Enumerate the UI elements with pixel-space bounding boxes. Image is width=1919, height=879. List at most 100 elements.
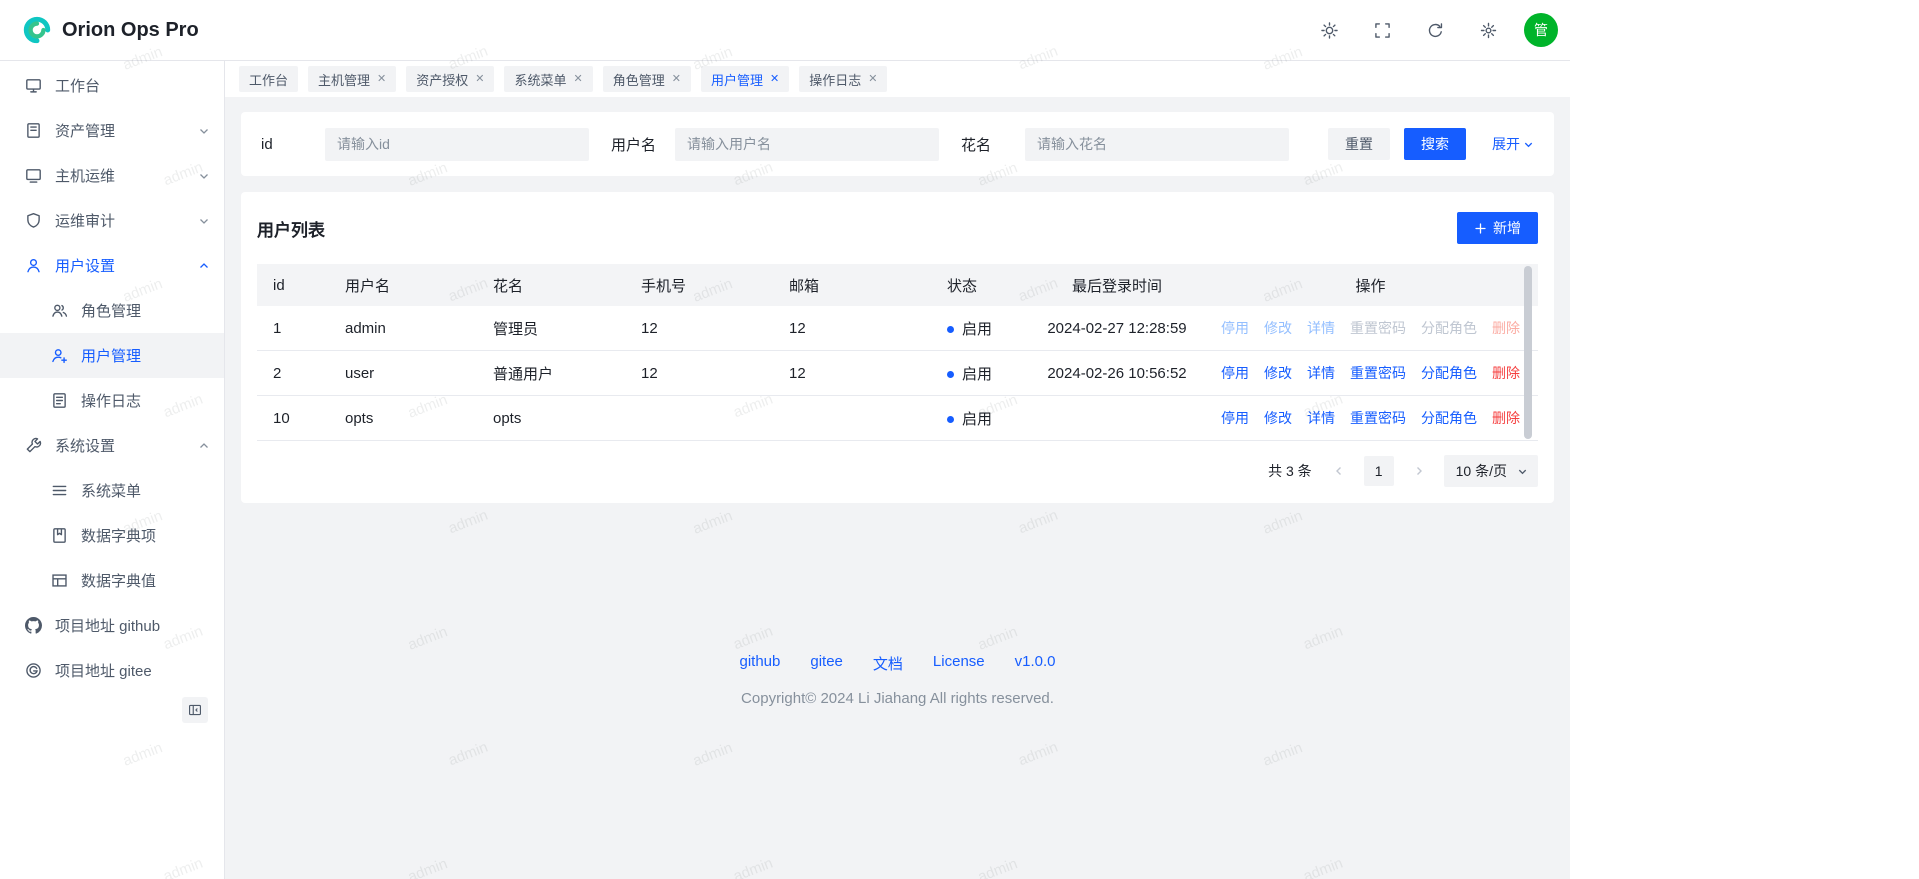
sidebar-label: 资产管理 [55, 120, 185, 141]
sidebar-item-dict-keys[interactable]: 数据字典项 [0, 513, 224, 558]
workbench-icon [24, 77, 42, 95]
sidebar-label: 项目地址 gitee [55, 660, 210, 681]
status-dot [947, 416, 954, 423]
settings-gear-icon[interactable] [1471, 13, 1505, 47]
sidebar-collapse-icon[interactable] [182, 697, 208, 723]
sidebar: 工作台 资产管理 主机运维 [0, 61, 225, 879]
disable-action[interactable]: 停用 [1221, 318, 1249, 338]
disable-action[interactable]: 停用 [1221, 363, 1249, 383]
chevron-down-icon [198, 170, 210, 182]
delete-action[interactable]: 删除 [1492, 363, 1520, 383]
sidebar-label: 数据字典值 [81, 570, 210, 591]
dictionary-book-icon [50, 527, 68, 545]
sidebar-label: 系统设置 [55, 435, 185, 456]
tab-close-icon[interactable]: ✕ [672, 74, 681, 85]
sidebar-item-workbench[interactable]: 工作台 [0, 63, 224, 108]
search-button[interactable]: 搜索 [1404, 128, 1466, 160]
footer-link-gitee[interactable]: gitee [810, 653, 843, 674]
footer-link-github[interactable]: github [740, 653, 781, 674]
tab-role-mgmt[interactable]: 角色管理 ✕ [603, 66, 691, 92]
sidebar-item-dict-values[interactable]: 数据字典值 [0, 558, 224, 603]
detail-action[interactable]: 详情 [1307, 318, 1335, 338]
tab-user-mgmt[interactable]: 用户管理 ✕ [701, 66, 789, 92]
pagination: 共 3 条 1 10 条/页 [257, 455, 1538, 487]
page-size-select[interactable]: 10 条/页 [1444, 455, 1538, 487]
id-input[interactable] [325, 128, 589, 161]
tab-system-menu[interactable]: 系统菜单 ✕ [504, 66, 592, 92]
sidebar-item-ops-audit[interactable]: 运维审计 [0, 198, 224, 243]
username-input[interactable] [675, 128, 939, 161]
table-row: 10 opts opts 启用 停用 [257, 396, 1538, 441]
sidebar-item-asset-mgmt[interactable]: 资产管理 [0, 108, 224, 153]
tab-close-icon[interactable]: ✕ [377, 74, 386, 85]
tab-label: 操作日志 [809, 70, 861, 89]
footer-link-version[interactable]: v1.0.0 [1015, 653, 1056, 674]
detail-action[interactable]: 详情 [1307, 363, 1335, 383]
cell-last-login [1031, 396, 1203, 441]
assign-role-action[interactable]: 分配角色 [1421, 408, 1477, 428]
pagination-total: 共 3 条 [1268, 461, 1312, 481]
chevron-down-icon [1523, 139, 1534, 150]
reset-button[interactable]: 重置 [1328, 128, 1390, 160]
delete-action[interactable]: 删除 [1492, 318, 1520, 338]
tab-op-logs[interactable]: 操作日志 ✕ [799, 66, 887, 92]
tab-close-icon[interactable]: ✕ [574, 74, 583, 85]
menu-lines-icon [50, 482, 68, 500]
user-table: id 用户名 花名 手机号 邮箱 状态 最后登录时间 操作 [257, 264, 1538, 441]
tab-close-icon[interactable]: ✕ [770, 74, 779, 85]
sidebar-item-system-menu[interactable]: 系统菜单 [0, 468, 224, 513]
reset-password-action[interactable]: 重置密码 [1350, 408, 1406, 428]
sidebar-label: 工作台 [55, 75, 210, 96]
cell-status: 启用 [931, 351, 1031, 396]
sidebar-item-host-ops[interactable]: 主机运维 [0, 153, 224, 198]
app-logo-icon [22, 15, 52, 45]
field-id: id [261, 128, 589, 161]
sidebar-label: 项目地址 github [55, 615, 210, 636]
sidebar-item-user-settings[interactable]: 用户设置 [0, 243, 224, 288]
fullscreen-icon[interactable] [1365, 13, 1399, 47]
cell-username: admin [329, 306, 477, 351]
scrollbar-thumb[interactable] [1524, 266, 1532, 439]
status-text: 启用 [962, 411, 992, 428]
detail-action[interactable]: 详情 [1307, 408, 1335, 428]
tab-asset-auth[interactable]: 资产授权 ✕ [406, 66, 494, 92]
cell-mobile: 12 [625, 306, 773, 351]
col-username: 用户名 [329, 264, 477, 306]
expand-toggle[interactable]: 展开 [1492, 134, 1534, 154]
reset-password-action[interactable]: 重置密码 [1350, 363, 1406, 383]
search-filter-card: id 用户名 花名 重置 搜索 展开 [241, 112, 1554, 176]
add-user-button[interactable]: 新增 [1457, 212, 1538, 244]
edit-action[interactable]: 修改 [1264, 318, 1292, 338]
prev-page-icon[interactable] [1326, 458, 1352, 484]
status-dot [947, 371, 954, 378]
edit-action[interactable]: 修改 [1264, 363, 1292, 383]
cell-status: 启用 [931, 306, 1031, 351]
tab-close-icon[interactable]: ✕ [868, 74, 877, 85]
sidebar-item-op-logs[interactable]: 操作日志 [0, 378, 224, 423]
assign-role-action[interactable]: 分配角色 [1421, 318, 1477, 338]
sidebar-label: 运维审计 [55, 210, 185, 231]
sidebar-item-system-settings[interactable]: 系统设置 [0, 423, 224, 468]
refresh-icon[interactable] [1418, 13, 1452, 47]
tab-label: 主机管理 [318, 70, 370, 89]
sidebar-item-github[interactable]: 项目地址 github [0, 603, 224, 648]
nickname-input[interactable] [1025, 128, 1289, 161]
tab-host-mgmt[interactable]: 主机管理 ✕ [308, 66, 396, 92]
sidebar-item-gitee[interactable]: 项目地址 gitee [0, 648, 224, 693]
reset-password-action[interactable]: 重置密码 [1350, 318, 1406, 338]
footer-link-docs[interactable]: 文档 [873, 653, 903, 674]
edit-action[interactable]: 修改 [1264, 408, 1292, 428]
tab-workbench[interactable]: 工作台 [239, 66, 298, 92]
disable-action[interactable]: 停用 [1221, 408, 1249, 428]
theme-toggle-icon[interactable] [1312, 13, 1346, 47]
next-page-icon[interactable] [1406, 458, 1432, 484]
tab-close-icon[interactable]: ✕ [475, 74, 484, 85]
assign-role-action[interactable]: 分配角色 [1421, 363, 1477, 383]
footer-link-license[interactable]: License [933, 653, 985, 674]
sidebar-item-user-mgmt[interactable]: 用户管理 [0, 333, 224, 378]
user-avatar[interactable]: 管 [1524, 13, 1558, 47]
delete-action[interactable]: 删除 [1492, 408, 1520, 428]
page-number[interactable]: 1 [1364, 456, 1394, 486]
col-id: id [257, 264, 329, 306]
sidebar-item-role-mgmt[interactable]: 角色管理 [0, 288, 224, 333]
